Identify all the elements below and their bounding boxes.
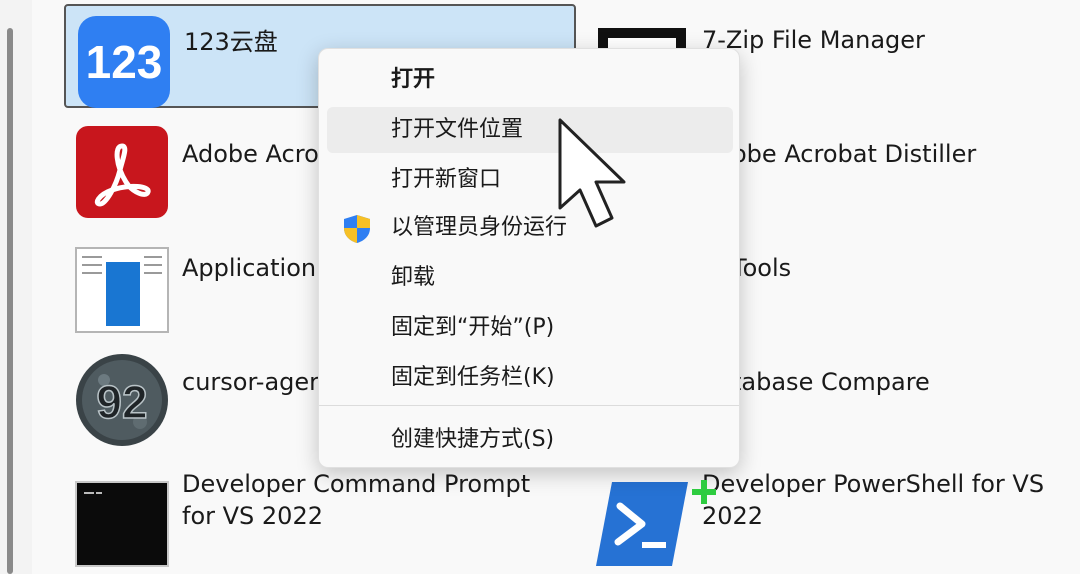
menu-separator	[319, 405, 739, 406]
app-item-database-compare[interactable]: tabase Compare	[732, 346, 1052, 450]
svg-text:92: 92	[96, 376, 147, 428]
context-menu: 打开 打开文件位置 打开新窗口 以管理员身份运行 卸载 固定到“开始”(P) 固…	[318, 48, 740, 468]
app-name: Tools	[732, 254, 792, 282]
menu-item-label: 固定到“开始”(P)	[391, 315, 555, 340]
window-icon	[75, 247, 169, 333]
menu-item-label: 创建快捷方式(S)	[391, 427, 555, 452]
cloud-drive-icon: 123	[78, 16, 170, 108]
cursor-agent-icon: 92	[76, 354, 168, 446]
app-name: Developer PowerShell for VS 2022	[702, 470, 1045, 530]
menu-item-label: 打开文件位置	[391, 117, 524, 142]
app-name: 7-Zip File Manager	[702, 26, 925, 54]
app-name: obe Acrobat Distiller	[732, 140, 977, 168]
move-crosshair-icon	[692, 480, 716, 504]
scrollbar-thumb[interactable]	[7, 28, 13, 574]
terminal-icon	[75, 481, 169, 567]
menu-item-open-new-window[interactable]: 打开新窗口	[327, 157, 733, 203]
menu-item-label: 打开新窗口	[391, 167, 502, 192]
menu-item-label: 固定到任务栏(K)	[391, 365, 555, 390]
app-name: tabase Compare	[732, 368, 930, 396]
menu-item-uninstall[interactable]: 卸载	[327, 255, 733, 301]
menu-item-label: 打开	[391, 67, 436, 92]
menu-item-pin-to-taskbar[interactable]: 固定到任务栏(K)	[327, 355, 733, 401]
app-item-developer-powershell[interactable]: Developer PowerShell for VS 2022	[588, 462, 1068, 566]
menu-item-run-as-admin[interactable]: 以管理员身份运行	[327, 205, 733, 251]
scrollbar[interactable]	[0, 0, 32, 574]
uac-shield-icon	[344, 215, 370, 243]
menu-item-open[interactable]: 打开	[327, 57, 733, 103]
menu-item-pin-to-start[interactable]: 固定到“开始”(P)	[327, 305, 733, 351]
powershell-icon	[596, 482, 688, 566]
app-name: Developer Command Prompt for VS 2022	[182, 470, 531, 530]
app-item-tools[interactable]: Tools	[732, 232, 1052, 336]
pdf-icon	[76, 126, 168, 218]
app-item-developer-command-prompt[interactable]: Developer Command Prompt for VS 2022	[64, 462, 584, 567]
app-item-acrobat-distiller[interactable]: obe Acrobat Distiller	[732, 118, 1052, 222]
menu-item-label: 以管理员身份运行	[391, 215, 568, 240]
menu-item-open-file-location[interactable]: 打开文件位置	[327, 107, 733, 153]
menu-item-label: 卸载	[391, 265, 436, 290]
menu-item-create-shortcut[interactable]: 创建快捷方式(S)	[327, 417, 733, 463]
svg-text:123: 123	[86, 36, 163, 88]
mouse-pointer-icon	[558, 118, 626, 228]
